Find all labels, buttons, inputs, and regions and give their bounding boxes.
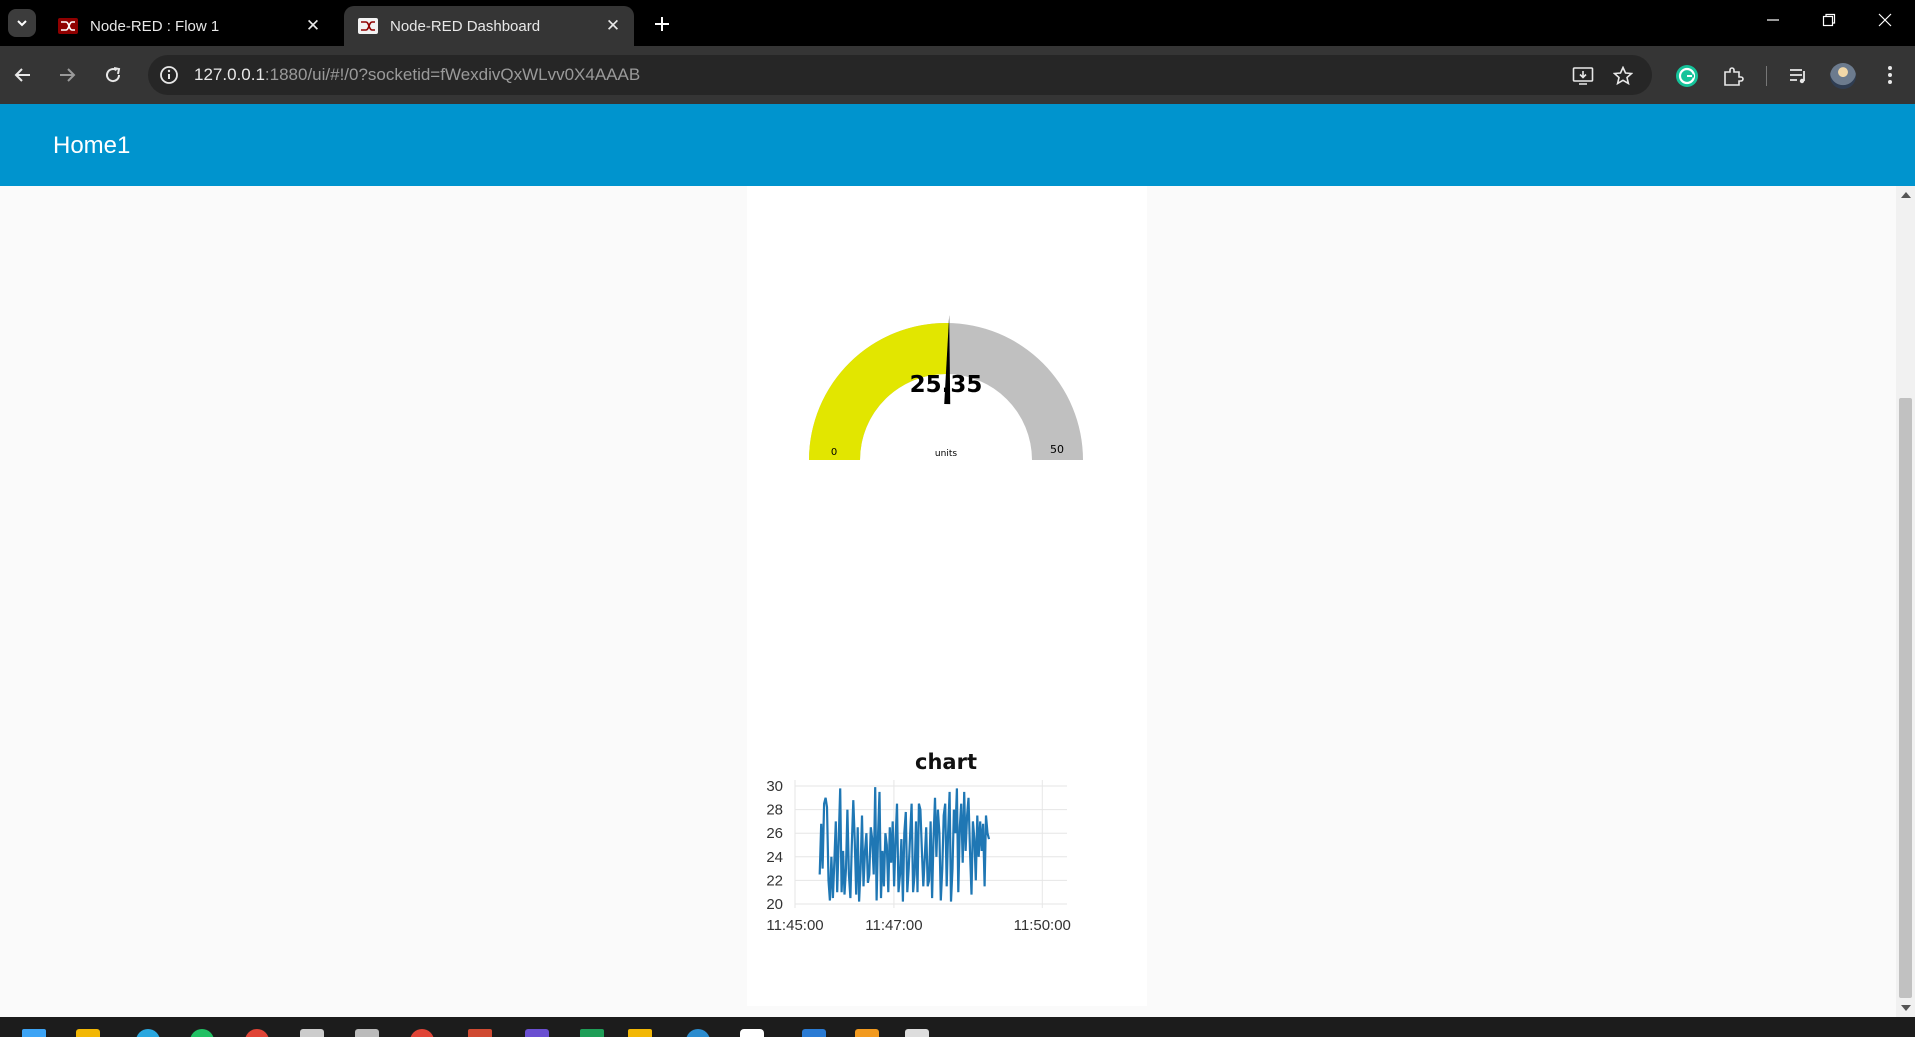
chrome-icon[interactable] [245, 1029, 269, 1037]
scroll-up-icon[interactable] [1901, 192, 1911, 198]
dashboard-header: Home1 [0, 104, 1915, 186]
browser-menu-button[interactable] [1880, 60, 1900, 90]
extensions-icon[interactable] [1720, 63, 1746, 89]
address-bar[interactable]: 127.0.0.1:1880/ui/#!/0?socketid=fWexdivQ… [148, 55, 1652, 95]
app-icon[interactable] [468, 1029, 492, 1037]
app-icon[interactable] [300, 1029, 324, 1037]
tab-node-red-flow[interactable]: Node-RED : Flow 1 ✕ [44, 6, 334, 46]
app-icon[interactable] [410, 1029, 434, 1037]
minimize-icon [1767, 19, 1779, 21]
browser-toolbar: 127.0.0.1:1880/ui/#!/0?socketid=fWexdivQ… [0, 46, 1915, 104]
x-tick-label: 11:47:00 [865, 917, 922, 934]
page-viewport: Home1 25.35 units 0 50 chart 30 28 26 24 22 2… [0, 104, 1915, 1017]
start-icon[interactable] [22, 1029, 46, 1037]
tab-title: Node-RED : Flow 1 [90, 17, 220, 35]
close-window-button[interactable] [1860, 0, 1910, 40]
dashboard-group: 25.35 units 0 50 chart 30 28 26 24 22 20 11:4… [747, 186, 1147, 1006]
scroll-thumb[interactable] [1899, 398, 1912, 998]
chart-y-axis: 30 28 26 24 22 20 [766, 778, 783, 913]
media-control-icon[interactable] [1785, 63, 1811, 89]
tab-search-button[interactable] [8, 9, 36, 37]
restore-button[interactable] [1804, 0, 1854, 40]
app-icon[interactable] [686, 1029, 710, 1037]
node-red-icon [358, 18, 378, 34]
app-icon[interactable] [740, 1029, 764, 1037]
node-red-icon [58, 18, 78, 34]
chart-title: chart [915, 750, 977, 774]
chevron-down-icon [17, 20, 27, 27]
file-explorer-icon[interactable] [76, 1029, 100, 1037]
chart-x-axis: 11:45:00 11:47:00 11:50:00 [766, 917, 1071, 934]
y-tick-label: 30 [766, 778, 783, 795]
os-taskbar [0, 1017, 1915, 1037]
new-tab-button[interactable] [648, 10, 676, 38]
close-icon[interactable]: ✕ [602, 15, 624, 37]
restore-icon [1822, 13, 1836, 27]
page-scrollbar[interactable] [1896, 186, 1915, 1017]
reload-icon [106, 67, 121, 83]
y-tick-label: 20 [766, 896, 783, 913]
plus-icon [655, 17, 669, 31]
forward-button[interactable] [52, 60, 82, 90]
app-icon[interactable] [355, 1029, 379, 1037]
arrow-right-icon [60, 68, 76, 82]
app-icon[interactable] [855, 1029, 879, 1037]
more-vertical-icon [1888, 66, 1892, 84]
toolbar-divider [1766, 66, 1767, 86]
star-icon[interactable] [1612, 65, 1634, 87]
info-icon[interactable] [158, 64, 180, 86]
y-tick-label: 26 [766, 825, 783, 842]
arrow-left-icon [14, 68, 30, 82]
tab-strip: Node-RED : Flow 1 ✕ Node-RED Dashboard ✕ [0, 0, 1915, 46]
app-icon[interactable] [905, 1029, 929, 1037]
app-icon[interactable] [580, 1029, 604, 1037]
page-title: Home1 [53, 132, 131, 159]
tab-title: Node-RED Dashboard [390, 17, 541, 35]
profile-avatar[interactable] [1830, 63, 1856, 89]
app-icon[interactable] [136, 1029, 160, 1037]
app-icon[interactable] [525, 1029, 549, 1037]
app-icon[interactable] [628, 1029, 652, 1037]
reload-button[interactable] [98, 60, 128, 90]
vscode-icon[interactable] [802, 1029, 826, 1037]
install-app-icon[interactable] [1572, 65, 1594, 87]
x-tick-label: 11:50:00 [1014, 917, 1071, 934]
y-tick-label: 28 [766, 802, 783, 819]
scroll-down-icon[interactable] [1901, 1005, 1911, 1011]
grammarly-icon[interactable] [1674, 63, 1700, 89]
close-icon [1878, 13, 1892, 27]
back-button[interactable] [8, 60, 38, 90]
url-host: 127.0.0.1 [194, 65, 265, 84]
url-path: :1880/ui/#!/0?socketid=fWexdivQxWLvv0X4A… [264, 65, 641, 84]
y-tick-label: 22 [766, 872, 783, 889]
x-tick-label: 11:45:00 [766, 917, 823, 934]
close-icon[interactable]: ✕ [302, 15, 324, 37]
minimize-button[interactable] [1748, 0, 1798, 40]
chart-series-line [818, 787, 991, 902]
y-tick-label: 24 [766, 849, 783, 866]
tab-node-red-dashboard[interactable]: Node-RED Dashboard ✕ [344, 6, 634, 46]
whatsapp-icon[interactable] [190, 1029, 214, 1037]
line-chart: chart 30 28 26 24 22 20 11:45:00 11:47:00 11:50… [766, 750, 1071, 934]
